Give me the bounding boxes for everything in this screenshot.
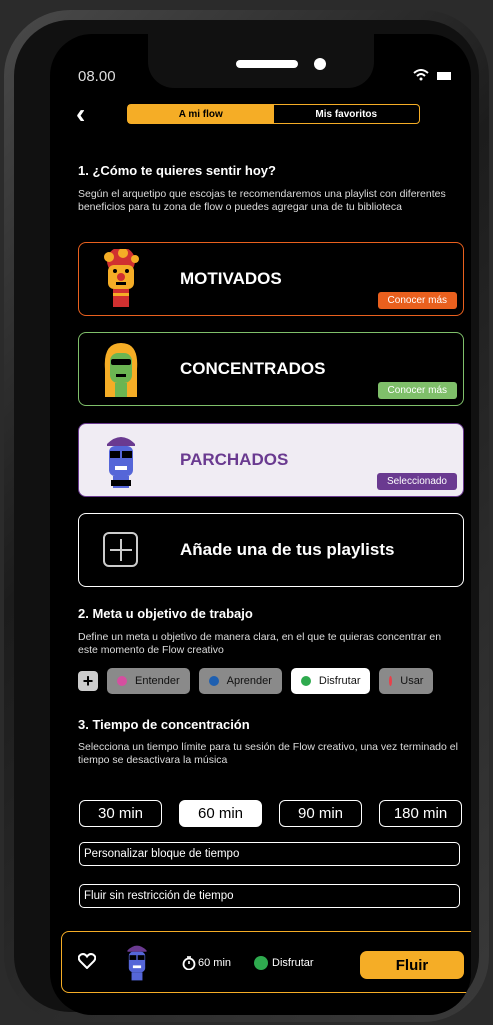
battery-icon bbox=[437, 72, 451, 80]
tab-a-mi-flow[interactable]: A mi flow bbox=[128, 105, 274, 123]
time-option-30[interactable]: 30 min bbox=[79, 800, 162, 827]
focused-avatar-icon bbox=[104, 343, 138, 397]
notch bbox=[148, 34, 374, 88]
mood-card-concentrados[interactable]: CONCENTRADOS Conocer más bbox=[78, 332, 464, 406]
chill-avatar-icon bbox=[127, 945, 147, 981]
chip-label: Aprender bbox=[226, 675, 272, 687]
player-bar: 60 min Disfrutar Fluir bbox=[61, 931, 471, 993]
pink-dot-icon bbox=[117, 676, 127, 686]
motivated-avatar-icon bbox=[104, 249, 139, 307]
tab-bar: A mi flow Mis favoritos bbox=[127, 104, 420, 124]
section1-title: 1. ¿Cómo te quieres sentir hoy? bbox=[78, 163, 276, 178]
mood-label: MOTIVADOS bbox=[180, 269, 282, 288]
conocer-mas-button[interactable]: Conocer más bbox=[377, 382, 457, 399]
time-options: 30 min 60 min 90 min 180 min bbox=[79, 800, 462, 827]
heart-icon[interactable] bbox=[77, 953, 97, 974]
goal-chip-usar[interactable]: Usar bbox=[379, 668, 434, 694]
player-goal: Disfrutar bbox=[272, 957, 314, 969]
goal-chip-aprender[interactable]: Aprender bbox=[198, 668, 282, 694]
time-option-60[interactable]: 60 min bbox=[179, 800, 262, 827]
mood-label: CONCENTRADOS bbox=[180, 359, 326, 378]
chill-avatar-icon bbox=[107, 437, 135, 488]
add-playlist-label: Añade una de tus playlists bbox=[180, 540, 395, 559]
mood-label: PARCHADOS bbox=[180, 450, 289, 469]
chip-label: Disfrutar bbox=[318, 675, 361, 687]
goal-chip-entender[interactable]: Entender bbox=[107, 668, 190, 694]
mood-card-motivados[interactable]: MOTIVADOS Conocer más bbox=[78, 242, 464, 316]
red-dot-icon bbox=[389, 676, 393, 686]
no-limit-button[interactable]: Fluir sin restricción de tiempo bbox=[79, 884, 460, 908]
goal-chip-disfrutar[interactable]: Disfrutar bbox=[290, 668, 371, 694]
section2-description: Define un meta u objetivo de manera clar… bbox=[78, 631, 442, 656]
timer-icon bbox=[182, 956, 196, 975]
status-time: 08.00 bbox=[78, 68, 116, 85]
player-time: 60 min bbox=[198, 957, 232, 969]
section1-description: Según el arquetipo que escojas te recome… bbox=[78, 188, 446, 213]
selected-badge[interactable]: Seleccionado bbox=[376, 473, 457, 490]
add-playlist-card[interactable]: Añade una de tus playlists bbox=[78, 513, 464, 587]
green-dot-icon bbox=[300, 676, 311, 686]
green-dot-icon bbox=[254, 956, 268, 970]
fluir-button[interactable]: Fluir bbox=[360, 951, 464, 979]
time-option-90[interactable]: 90 min bbox=[279, 800, 362, 827]
screen: 08.00 ‹ A mi flow Mis favoritos 1. ¿Cómo… bbox=[50, 34, 471, 1015]
speaker bbox=[236, 60, 298, 68]
wifi-icon bbox=[413, 68, 429, 84]
chip-label: Entender bbox=[135, 675, 180, 687]
conocer-mas-button[interactable]: Conocer más bbox=[377, 292, 457, 309]
section3-description: Selecciona un tiempo límite para tu sesi… bbox=[78, 741, 458, 766]
back-chevron-icon[interactable]: ‹ bbox=[76, 100, 85, 128]
chip-label: Usar bbox=[400, 675, 424, 687]
add-goal-button[interactable]: + bbox=[78, 671, 98, 691]
tab-mis-favoritos[interactable]: Mis favoritos bbox=[274, 105, 420, 123]
status-icons bbox=[413, 68, 451, 84]
section3-title: 3. Tiempo de concentración bbox=[78, 717, 250, 732]
blue-dot-icon bbox=[208, 676, 219, 686]
mood-card-parchados[interactable]: PARCHADOS Seleccionado bbox=[78, 423, 464, 497]
section2-title: 2. Meta u objetivo de trabajo bbox=[78, 606, 253, 621]
plus-icon bbox=[103, 532, 138, 567]
time-option-180[interactable]: 180 min bbox=[379, 800, 462, 827]
goal-chips: + Entender Aprender Disfrutar Usar bbox=[78, 668, 434, 694]
camera bbox=[314, 58, 326, 70]
phone-bezel: 08.00 ‹ A mi flow Mis favoritos 1. ¿Cómo… bbox=[14, 20, 479, 1015]
custom-time-button[interactable]: Personalizar bloque de tiempo bbox=[79, 842, 460, 866]
